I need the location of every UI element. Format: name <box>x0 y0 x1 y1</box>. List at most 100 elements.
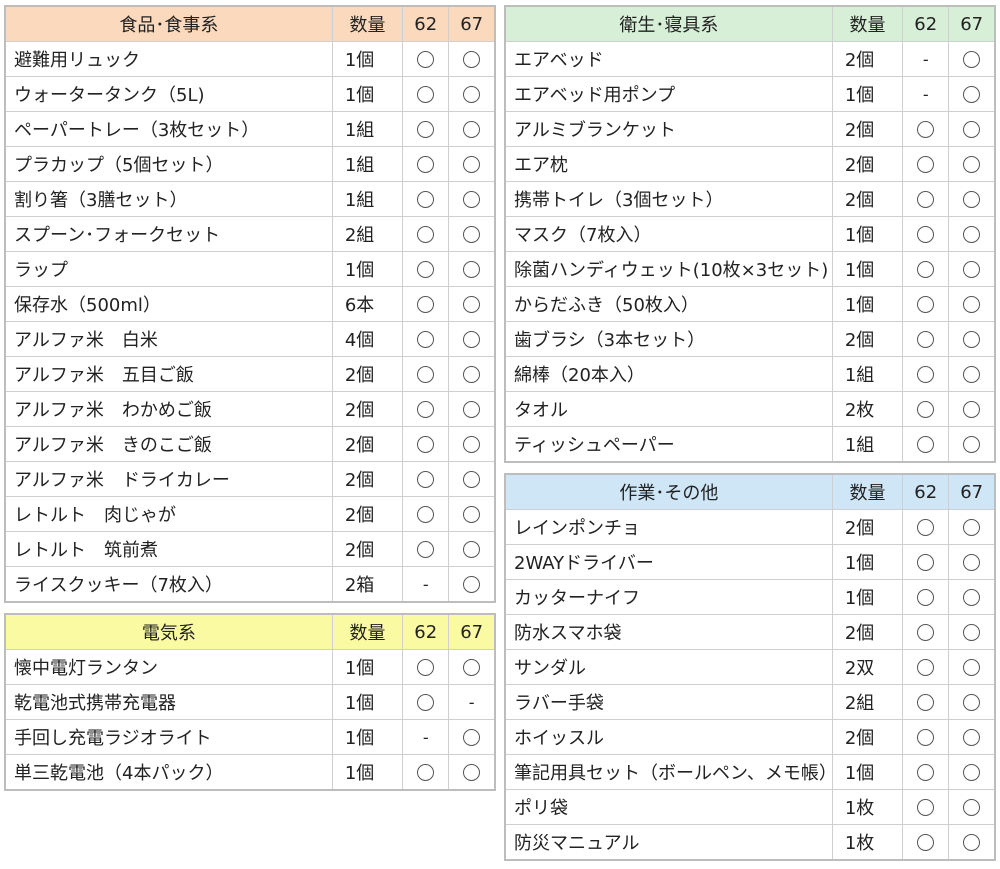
hygiene-table: 衛生･寝具系 数量 62 67 エアベッド 2個 - エアベッド用ポンプ 1個 - アルミブランケ… <box>504 5 996 463</box>
item-quantity: 2個 <box>831 41 904 77</box>
item-quantity: 1枚 <box>831 789 904 825</box>
item-quantity: 1組 <box>331 111 404 147</box>
item-quantity: 2箱 <box>331 566 404 603</box>
mark-62-cell <box>902 684 950 720</box>
item-quantity: 1個 <box>831 579 904 615</box>
circle-mark-icon <box>917 799 935 816</box>
mark-67-cell <box>448 566 496 603</box>
mark-67-cell <box>948 321 996 357</box>
circle-mark-icon <box>417 366 435 383</box>
hygiene-category-header: 衛生･寝具系 <box>504 5 833 42</box>
item-name: ウォータータンク（5L) <box>4 76 333 112</box>
mark-67-cell <box>448 649 496 685</box>
mark-67-cell <box>948 684 996 720</box>
circle-mark-icon <box>417 191 435 208</box>
work-col-67-header: 67 <box>948 473 996 510</box>
item-quantity: 2個 <box>331 356 404 392</box>
hygiene-header-row: 衛生･寝具系 数量 62 67 <box>504 5 996 42</box>
item-name: カッターナイフ <box>504 579 833 615</box>
table-row: からだふき（50枚入） 1個 <box>504 286 996 322</box>
item-quantity: 4個 <box>331 321 404 357</box>
circle-mark-icon <box>917 834 935 851</box>
mark-67-cell <box>948 754 996 790</box>
mark-67-cell <box>948 824 996 861</box>
table-row: サンダル 2双 <box>504 649 996 685</box>
circle-mark-icon <box>417 331 435 348</box>
mark-67-cell <box>948 111 996 147</box>
work-col-62-header: 62 <box>902 473 950 510</box>
mark-62-cell <box>402 76 450 112</box>
circle-mark-icon <box>963 554 981 571</box>
work-rows: レインポンチョ 2個 2WAYドライバー 1個 カッターナイフ 1個 防水スマホ袋 2個 サンダ… <box>504 509 996 861</box>
mark-62-cell <box>902 356 950 392</box>
mark-62-cell <box>402 146 450 182</box>
circle-mark-icon <box>463 156 481 173</box>
hygiene-col-67-header: 67 <box>948 5 996 42</box>
circle-mark-icon <box>963 519 981 536</box>
item-quantity: 1個 <box>331 684 404 720</box>
item-quantity: 1個 <box>831 544 904 580</box>
electric-category-header: 電気系 <box>4 613 333 650</box>
mark-62-cell <box>402 426 450 462</box>
item-name: 乾電池式携帯充電器 <box>4 684 333 720</box>
circle-mark-icon <box>963 331 981 348</box>
work-category-header: 作業･その他 <box>504 473 833 510</box>
mark-62-cell <box>402 356 450 392</box>
item-quantity: 1個 <box>331 76 404 112</box>
table-row: レトルト 肉じゃが 2個 <box>4 496 496 532</box>
work-table: 作業･その他 数量 62 67 レインポンチョ 2個 2WAYドライバー 1個 カッターナイフ… <box>504 473 996 861</box>
item-name: 綿棒（20本入） <box>504 356 833 392</box>
table-row: 保存水（500ml） 6本 <box>4 286 496 322</box>
table-row: スプーン･フォークセット 2組 <box>4 216 496 252</box>
circle-mark-icon <box>463 51 481 68</box>
mark-67-cell <box>448 531 496 567</box>
mark-67-cell <box>448 321 496 357</box>
circle-mark-icon <box>917 226 935 243</box>
circle-mark-icon <box>963 764 981 781</box>
item-quantity: 1個 <box>831 216 904 252</box>
item-quantity: 2組 <box>331 216 404 252</box>
mark-67-cell <box>448 76 496 112</box>
mark-67-cell <box>448 356 496 392</box>
table-row: ライスクッキー（7枚入） 2箱 - <box>4 566 496 603</box>
item-quantity: 1個 <box>331 251 404 287</box>
mark-62-cell <box>902 614 950 650</box>
mark-62-cell <box>402 321 450 357</box>
item-name: ポリ袋 <box>504 789 833 825</box>
item-quantity: 1個 <box>831 76 904 112</box>
circle-mark-icon <box>917 659 935 676</box>
mark-62-cell <box>902 789 950 825</box>
circle-mark-icon <box>963 51 981 68</box>
item-name: ホイッスル <box>504 719 833 755</box>
item-name: 防水スマホ袋 <box>504 614 833 650</box>
table-row: 単三乾電池（4本パック） 1個 <box>4 754 496 791</box>
food-col-62-header: 62 <box>402 5 450 42</box>
item-quantity: 1組 <box>831 426 904 463</box>
table-row: レトルト 筑前煮 2個 <box>4 531 496 567</box>
circle-mark-icon <box>917 401 935 418</box>
circle-mark-icon <box>963 799 981 816</box>
circle-mark-icon <box>417 121 435 138</box>
circle-mark-icon <box>917 191 935 208</box>
table-row: アルファ米 五目ご飯 2個 <box>4 356 496 392</box>
mark-62-cell <box>402 286 450 322</box>
item-quantity: 2個 <box>331 426 404 462</box>
mark-67-cell <box>948 579 996 615</box>
mark-67-cell <box>948 789 996 825</box>
circle-mark-icon <box>463 226 481 243</box>
item-name: ライスクッキー（7枚入） <box>4 566 333 603</box>
table-row: ペーパートレー（3枚セット） 1組 <box>4 111 496 147</box>
mark-62-cell <box>902 111 950 147</box>
mark-62-cell: - <box>402 719 450 755</box>
item-name: 2WAYドライバー <box>504 544 833 580</box>
mark-62-cell <box>902 181 950 217</box>
table-row: エアベッド 2個 - <box>504 41 996 77</box>
item-name: マスク（7枚入） <box>504 216 833 252</box>
mark-67-cell <box>948 41 996 77</box>
circle-mark-icon <box>417 541 435 558</box>
circle-mark-icon <box>917 436 935 453</box>
item-quantity: 1組 <box>331 181 404 217</box>
mark-62-cell <box>902 579 950 615</box>
table-row: エアベッド用ポンプ 1個 - <box>504 76 996 112</box>
food-table: 食品･食事系 数量 62 67 避難用リュック 1個 ウォータータンク（5L) 1個 ペーパー… <box>4 5 496 603</box>
